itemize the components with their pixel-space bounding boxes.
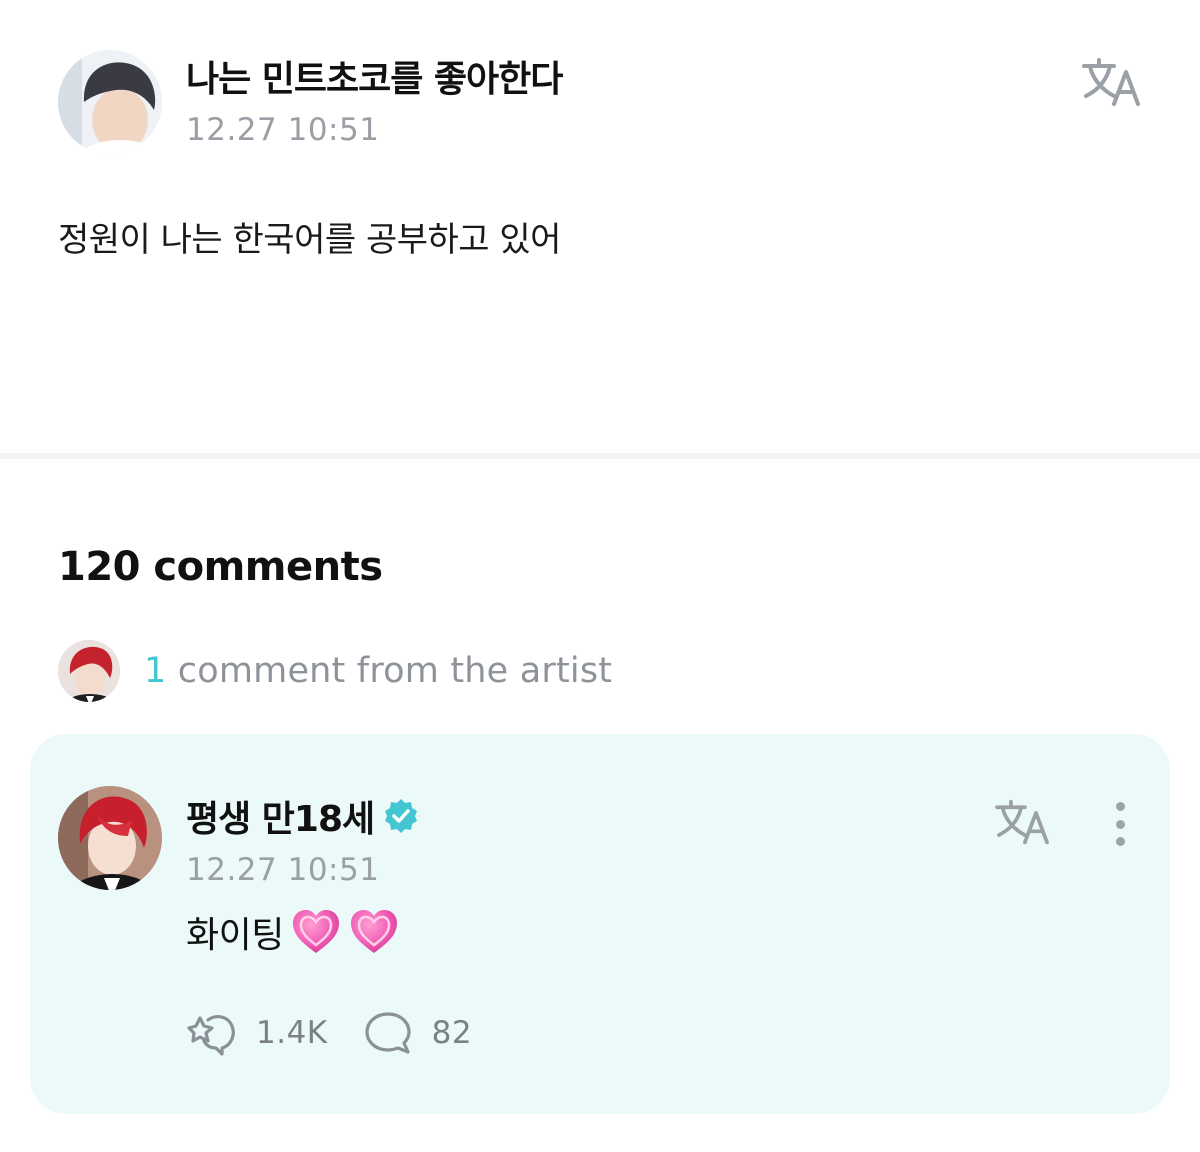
artist-comments-filter[interactable]: 1 comment from the artist — [58, 640, 612, 702]
post-author-name[interactable]: 나는 민트초코를 좋아한다 — [186, 50, 563, 102]
more-dot — [1115, 802, 1125, 811]
like-reaction-icon — [187, 1015, 235, 1056]
reply-count: 82 — [431, 1015, 473, 1051]
post-author-avatar[interactable] — [58, 50, 162, 154]
post-page: 나는 민트초코를 좋아한다 12.27 10:51 정원이 나는 한국어를 공부… — [0, 0, 1200, 1152]
artist-comment-text: 화이팅 — [186, 915, 284, 956]
reply-button[interactable]: 82 — [362, 1008, 472, 1058]
more-dot — [1115, 819, 1125, 829]
more-dot — [1115, 837, 1125, 846]
comments-count-heading: 120 comments — [58, 544, 383, 590]
artist-author[interactable]: 평생 만18세 — [186, 790, 420, 842]
translate-icon[interactable] — [992, 798, 1054, 848]
pink-heart-emoji-icon — [292, 910, 339, 953]
artist-comment-label-text: comment from the artist — [166, 651, 613, 691]
post-timestamp: 12.27 10:51 — [186, 112, 380, 148]
artist-avatar[interactable] — [58, 786, 162, 890]
artist-comment-body: 화이팅 — [186, 906, 400, 958]
section-divider — [0, 453, 1200, 459]
reply-bubble-icon — [365, 1012, 411, 1054]
artist-comment-card: 평생 만18세 12.27 10:51 화이팅 1.4K 82 — [30, 734, 1170, 1114]
artist-avatar-small — [58, 640, 120, 702]
like-button[interactable]: 1.4K — [186, 1008, 328, 1058]
translate-icon[interactable] — [1080, 56, 1144, 110]
like-count: 1.4K — [256, 1015, 328, 1051]
verified-badge-icon — [385, 799, 418, 833]
post-body-text: 정원이 나는 한국어를 공부하고 있어 — [58, 220, 561, 260]
more-options-icon[interactable] — [1106, 796, 1134, 852]
artist-comment-timestamp: 12.27 10:51 — [186, 852, 380, 888]
artist-comment-count: 1 — [144, 651, 167, 691]
pink-heart-emoji-icon — [350, 910, 397, 953]
artist-comment-actions: 1.4K 82 — [186, 1008, 472, 1058]
artist-comments-label: 1 comment from the artist — [144, 651, 612, 691]
artist-name: 평생 만18세 — [186, 799, 375, 840]
